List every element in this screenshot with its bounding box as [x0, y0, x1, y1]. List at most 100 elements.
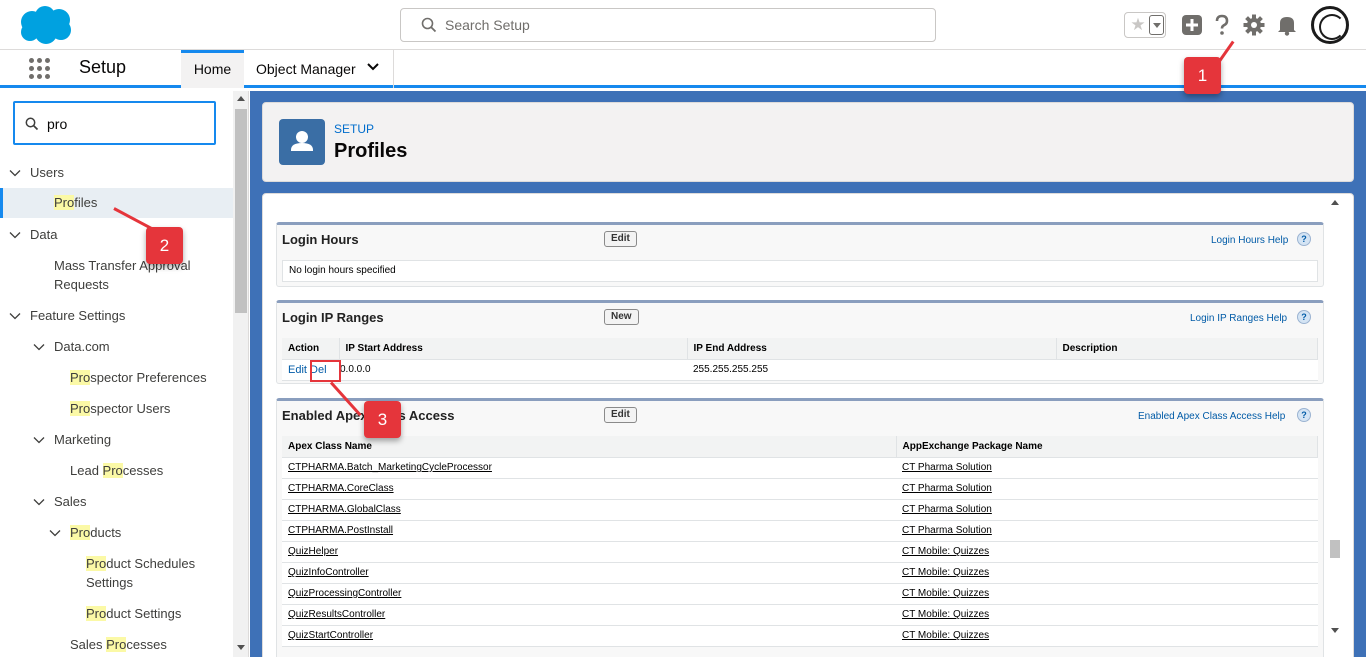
- tree-product-settings[interactable]: Product Settings: [0, 604, 233, 624]
- package-link[interactable]: CT Pharma Solution: [902, 462, 992, 473]
- apex-class-link[interactable]: CTPHARMA.PostInstall: [288, 525, 393, 536]
- quick-find-input[interactable]: [47, 113, 207, 135]
- quick-find[interactable]: [13, 101, 216, 145]
- apex-class-link[interactable]: QuizResultsController: [288, 609, 385, 620]
- scroll-down-arrow-icon[interactable]: [237, 645, 245, 650]
- package-link[interactable]: CT Pharma Solution: [902, 525, 992, 536]
- tree-datacom[interactable]: Data.com: [0, 337, 233, 357]
- chevron-down-icon[interactable]: [33, 341, 45, 353]
- package-link[interactable]: CT Pharma Solution: [902, 483, 992, 494]
- help-icon[interactable]: ?: [1297, 232, 1311, 246]
- avatar[interactable]: [1311, 6, 1349, 44]
- tree-data[interactable]: Data: [0, 225, 233, 245]
- content-scrollbar[interactable]: [1327, 194, 1343, 654]
- tree-feature-settings-label: Feature Settings: [30, 308, 126, 323]
- search-match: Pro: [106, 637, 127, 652]
- help-icon[interactable]: [1211, 14, 1233, 36]
- apex-access-help-link[interactable]: Enabled Apex Class Access Help: [1138, 411, 1285, 422]
- tree-product-settings-label: Product Settings: [86, 604, 181, 623]
- help-icon[interactable]: ?: [1297, 408, 1311, 422]
- column-header: IP Start Address: [339, 338, 688, 360]
- empty-message: No login hours specified: [282, 260, 1318, 282]
- scroll-up-arrow-icon[interactable]: [237, 96, 245, 101]
- chevron-down-icon[interactable]: [33, 434, 45, 446]
- label-rest: cesses: [122, 463, 164, 478]
- apex-class-link[interactable]: CTPHARMA.Batch_MarketingCycleProcessor: [288, 462, 492, 473]
- scroll-up-arrow-icon[interactable]: [1331, 200, 1339, 205]
- tree-profiles[interactable]: Profiles: [0, 188, 233, 218]
- chevron-down-icon[interactable]: [33, 496, 45, 508]
- tree-sales-label: Sales: [54, 494, 87, 509]
- profile-detail: Login Hours Edit Login Hours Help ? No l…: [262, 193, 1354, 657]
- help-icon[interactable]: ?: [1297, 310, 1311, 324]
- login-ip-ranges-help-link[interactable]: Login IP Ranges Help: [1190, 313, 1287, 324]
- label-rest: ducts: [90, 525, 122, 540]
- main-content: SETUP Profiles Login Hours Edit Login Ho…: [250, 91, 1366, 657]
- setup-sidebar: Users Profiles Data Mass Transfer Approv…: [0, 91, 249, 657]
- chevron-down-icon[interactable]: [9, 310, 21, 322]
- scrollbar-thumb[interactable]: [1330, 540, 1340, 558]
- tree-prospector-users-label: Prospector Users: [70, 399, 170, 418]
- edit-login-hours-button[interactable]: Edit: [604, 231, 637, 247]
- tree-lead-processes[interactable]: Lead Processes: [0, 461, 233, 481]
- apex-class-link[interactable]: QuizHelper: [288, 546, 338, 557]
- tree-products[interactable]: Products: [0, 523, 233, 543]
- favorites-dropdown[interactable]: [1149, 15, 1164, 35]
- package-link[interactable]: CT Mobile: Quizzes: [902, 609, 989, 620]
- search-match: Pro: [86, 606, 107, 621]
- scroll-down-arrow-icon[interactable]: [1331, 628, 1339, 633]
- tree-marketing[interactable]: Marketing: [0, 430, 233, 450]
- chevron-down-icon[interactable]: [9, 167, 21, 179]
- global-search[interactable]: [400, 8, 936, 42]
- apex-class-link[interactable]: QuizStartController: [288, 630, 373, 641]
- app-launcher-icon[interactable]: [29, 58, 51, 80]
- package-link[interactable]: CT Mobile: Quizzes: [902, 588, 989, 599]
- tree-sales[interactable]: Sales: [0, 492, 233, 512]
- tree-prospector-users[interactable]: Prospector Users: [0, 399, 233, 419]
- callout-badge: 3: [364, 401, 401, 438]
- package-link[interactable]: CT Mobile: Quizzes: [902, 630, 989, 641]
- tree-feature-settings[interactable]: Feature Settings: [0, 306, 233, 326]
- package-link[interactable]: CT Mobile: Quizzes: [902, 567, 989, 578]
- table-row: QuizStartController CT Mobile: Quizzes: [282, 625, 1318, 647]
- tree-sales-processes-label: Sales Processes: [70, 635, 167, 654]
- search-match: Pro: [70, 401, 91, 416]
- package-link[interactable]: CT Mobile: Quizzes: [902, 546, 989, 557]
- tree-users[interactable]: Users: [0, 163, 233, 183]
- chevron-down-icon[interactable]: [366, 60, 380, 74]
- apex-class-link[interactable]: QuizInfoController: [288, 567, 369, 578]
- tree-sales-processes[interactable]: Sales Processes: [0, 635, 233, 655]
- chevron-down-icon[interactable]: [9, 229, 21, 241]
- apex-class-link[interactable]: CTPHARMA.CoreClass: [288, 483, 394, 494]
- edit-apex-access-button[interactable]: Edit: [604, 407, 637, 423]
- favorites-button[interactable]: ★: [1124, 12, 1166, 38]
- tab-home[interactable]: Home: [181, 50, 244, 88]
- tab-object-manager[interactable]: Object Manager: [244, 50, 394, 88]
- tree-mass-transfer[interactable]: Mass Transfer Approval Requests: [0, 256, 233, 296]
- login-hours-help-link[interactable]: Login Hours Help: [1211, 235, 1288, 246]
- bell-icon[interactable]: [1276, 14, 1298, 36]
- sidebar-scrollbar[interactable]: [233, 91, 248, 657]
- edit-link[interactable]: Edit: [288, 364, 307, 376]
- tree-prospector-preferences[interactable]: Prospector Preferences: [0, 368, 233, 388]
- chevron-down-icon[interactable]: [49, 527, 61, 539]
- table-row: QuizHelper CT Mobile: Quizzes: [282, 541, 1318, 563]
- search-input[interactable]: [445, 13, 925, 37]
- package-link[interactable]: CT Pharma Solution: [902, 504, 992, 515]
- tree-profiles-label: Profiles: [54, 193, 97, 212]
- column-header: AppExchange Package Name: [896, 436, 1318, 458]
- salesforce-logo[interactable]: [16, 5, 74, 45]
- add-icon[interactable]: [1181, 14, 1203, 36]
- tree-data-label: Data: [30, 227, 58, 242]
- gear-icon[interactable]: [1243, 14, 1265, 36]
- tree-product-schedules[interactable]: Product Schedules Settings: [0, 554, 233, 594]
- apex-class-link[interactable]: CTPHARMA.GlobalClass: [288, 504, 401, 515]
- tree-lead-processes-label: Lead Processes: [70, 461, 163, 480]
- apex-class-link[interactable]: QuizProcessingController: [288, 588, 401, 599]
- breadcrumb[interactable]: SETUP: [334, 122, 374, 136]
- table-row: QuizProcessingController CT Mobile: Quizz…: [282, 583, 1318, 605]
- search-icon: [25, 117, 39, 131]
- scrollbar-thumb[interactable]: [235, 109, 247, 313]
- callout-badge: 2: [146, 227, 183, 264]
- new-ip-range-button[interactable]: New: [604, 309, 639, 325]
